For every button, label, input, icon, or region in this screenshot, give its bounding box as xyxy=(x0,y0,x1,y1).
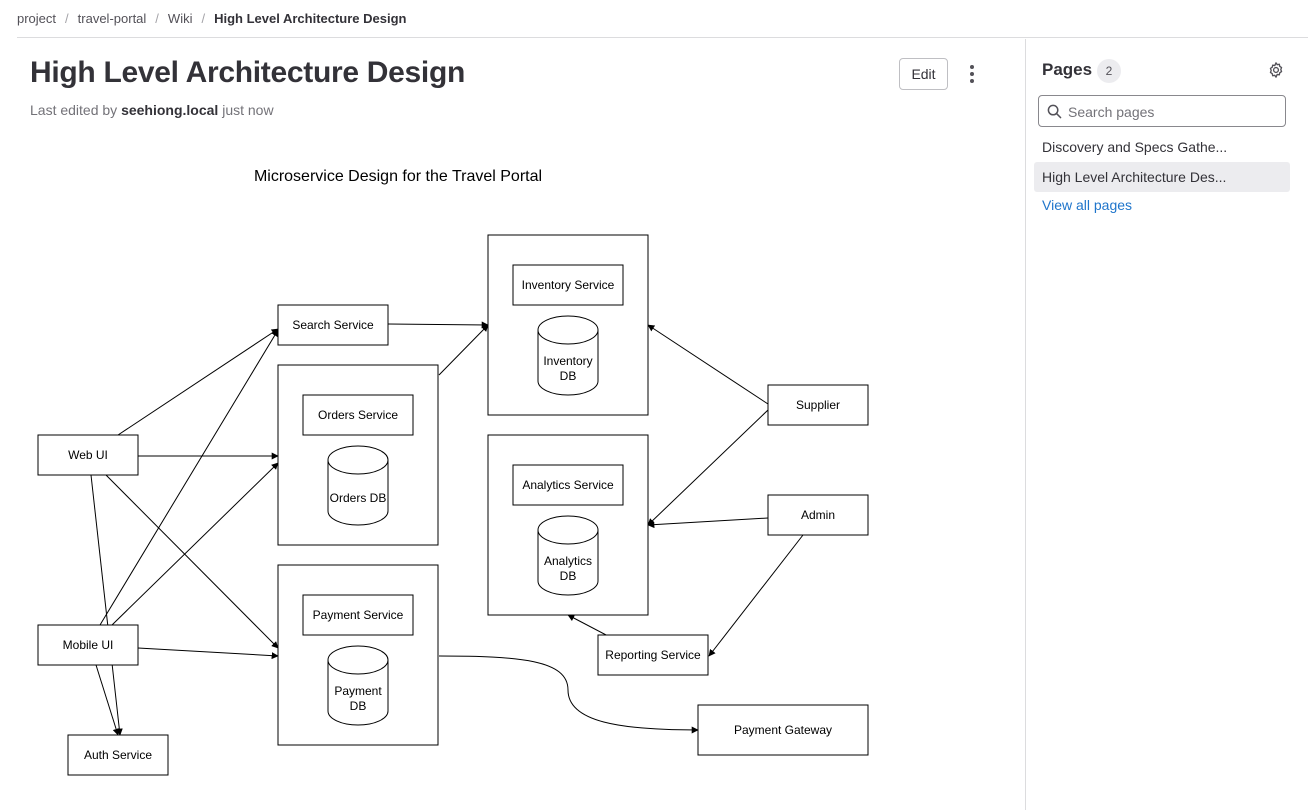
pages-heading: Pages xyxy=(1042,60,1093,79)
architecture-diagram: Microservice Design for the Travel Porta… xyxy=(37,168,869,776)
arrow-mobileui-search xyxy=(99,329,279,626)
gear-icon[interactable] xyxy=(1267,61,1285,79)
svg-text:Mobile UI: Mobile UI xyxy=(63,638,114,652)
svg-text:Inventory: Inventory xyxy=(543,354,592,368)
database-payment: Payment DB xyxy=(327,645,389,726)
breadcrumb-separator: / xyxy=(201,11,206,26)
breadcrumb-travel-portal[interactable]: travel-portal xyxy=(78,11,147,26)
arrow-admin-reporting xyxy=(708,534,804,657)
arrow-reporting-analytics xyxy=(567,614,609,637)
search-icon xyxy=(1047,104,1062,119)
svg-text:DB: DB xyxy=(560,569,577,583)
breadcrumb-current: High Level Architecture Design xyxy=(214,11,407,26)
arrow-mobileui-payment xyxy=(137,647,279,660)
service-payment: Payment Service xyxy=(302,594,414,636)
arrow-webui-search xyxy=(117,328,279,436)
svg-text:Analytics Service: Analytics Service xyxy=(522,478,614,492)
database-analytics: Analytics DB xyxy=(537,515,599,596)
arrow-mobileui-auth xyxy=(95,664,120,736)
arrow-supplier-analytics xyxy=(647,409,769,526)
service-search: Search Service xyxy=(277,304,389,346)
arrow-supplier-inventory xyxy=(647,324,769,405)
page-link-architecture[interactable]: High Level Architecture Des... xyxy=(1034,162,1290,192)
service-auth: Auth Service xyxy=(67,734,169,776)
database-inventory: Inventory DB xyxy=(537,315,599,396)
page-link-discovery[interactable]: Discovery and Specs Gathe... xyxy=(1034,132,1290,162)
arrow-webui-payment xyxy=(105,474,279,649)
breadcrumb-separator: / xyxy=(155,11,159,26)
pages-count-badge: 2 xyxy=(1097,59,1121,83)
actor-admin: Admin xyxy=(767,494,869,536)
arrow-mobileui-orders xyxy=(111,462,279,626)
svg-text:Orders DB: Orders DB xyxy=(330,491,387,505)
actor-supplier: Supplier xyxy=(767,384,869,426)
service-mobile-ui: Mobile UI xyxy=(37,624,139,666)
wiki-content: High Level Architecture Design Last edit… xyxy=(0,39,1025,810)
diagram-title: Microservice Design for the Travel Porta… xyxy=(254,168,542,185)
svg-text:Admin: Admin xyxy=(801,508,835,522)
breadcrumb-wiki[interactable]: Wiki xyxy=(168,11,193,26)
service-web-ui: Web UI xyxy=(37,434,139,476)
service-orders: Orders Service xyxy=(302,394,414,436)
breadcrumb-project[interactable]: project xyxy=(17,11,56,26)
service-inventory: Inventory Service xyxy=(512,264,624,306)
svg-text:Payment Gateway: Payment Gateway xyxy=(734,723,832,737)
service-payment-gateway: Payment Gateway xyxy=(697,704,869,756)
arrow-orders-inventory xyxy=(438,324,489,376)
svg-text:Auth Service: Auth Service xyxy=(84,748,152,762)
svg-text:Inventory Service: Inventory Service xyxy=(522,278,615,292)
database-orders: Orders DB xyxy=(327,445,389,526)
svg-text:DB: DB xyxy=(350,699,367,713)
service-reporting: Reporting Service xyxy=(597,634,709,676)
svg-text:Web UI: Web UI xyxy=(68,448,108,462)
search-pages-field[interactable] xyxy=(1038,95,1286,128)
pages-sidebar: Pages 2 Discovery and Specs Gathe... Hig… xyxy=(1025,39,1308,810)
arrow-admin-analytics xyxy=(647,517,769,529)
svg-text:DB: DB xyxy=(560,369,577,383)
arrow-search-inventory xyxy=(387,321,489,329)
svg-text:Analytics: Analytics xyxy=(544,554,592,568)
search-pages-input[interactable] xyxy=(1066,96,1284,128)
breadcrumb: project / travel-portal / Wiki / High Le… xyxy=(17,0,1308,38)
view-all-pages-link[interactable]: View all pages xyxy=(1042,197,1132,213)
svg-text:Supplier: Supplier xyxy=(796,398,840,412)
svg-text:Orders Service: Orders Service xyxy=(318,408,398,422)
svg-text:Reporting Service: Reporting Service xyxy=(605,648,701,662)
breadcrumb-separator: / xyxy=(65,11,69,26)
svg-text:Search Service: Search Service xyxy=(292,318,374,332)
svg-text:Payment: Payment xyxy=(334,684,382,698)
svg-text:Payment Service: Payment Service xyxy=(313,608,404,622)
service-analytics: Analytics Service xyxy=(512,464,624,506)
